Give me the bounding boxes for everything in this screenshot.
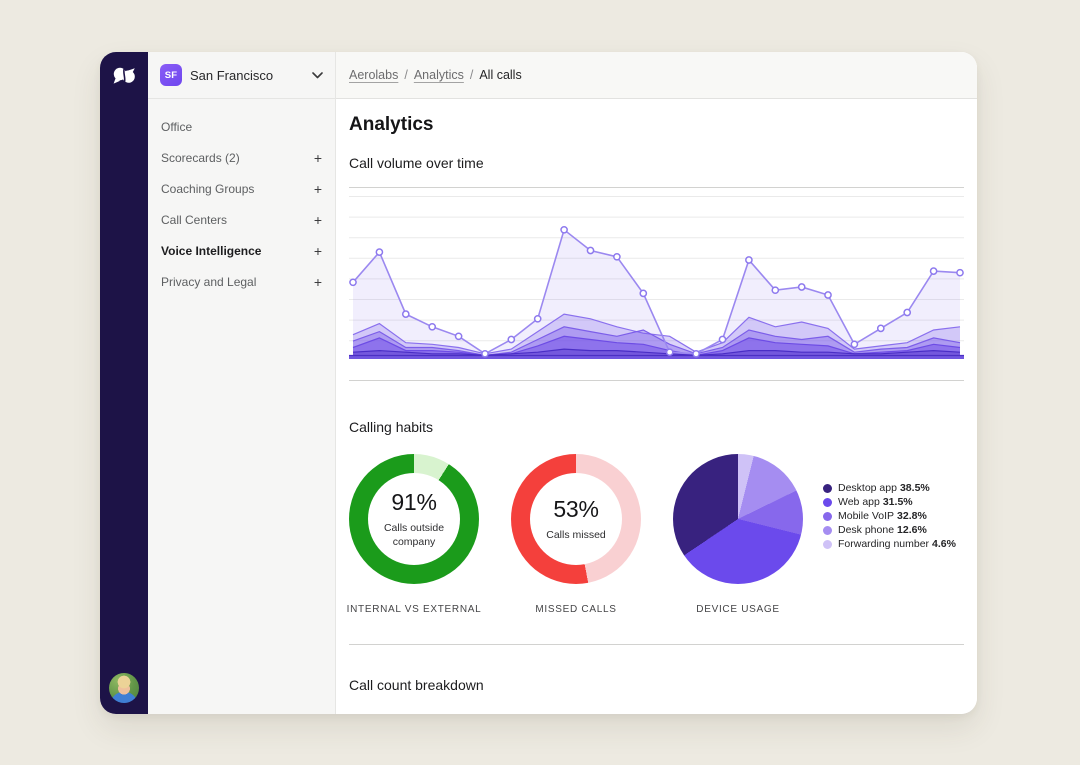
sidebar-item-office[interactable]: Office	[148, 111, 335, 142]
breadcrumb-separator: /	[470, 68, 473, 82]
device-usage-pie: DEVICE USAGE	[673, 454, 803, 616]
sidebar-nav: Office Scorecards (2) + Coaching Groups …	[148, 99, 335, 297]
legend-dot-icon	[823, 526, 832, 535]
legend-item-desk-phone: Desk phone12.6%	[823, 525, 956, 536]
sidebar: SF San Francisco Office Scorecards (2) +…	[148, 52, 336, 714]
legend-dot-icon	[823, 540, 832, 549]
expand-plus-icon[interactable]: +	[314, 182, 322, 196]
legend-dot-icon	[823, 498, 832, 507]
divider	[349, 187, 964, 188]
expand-plus-icon[interactable]: +	[314, 244, 322, 258]
legend-dot-icon	[823, 484, 832, 493]
analytics-content: Analytics Call volume over time Calling …	[336, 99, 977, 714]
device-usage-legend: Desktop app38.5% Web app31.5% Mobile VoI…	[823, 483, 956, 550]
donut-label: Calls outside company	[372, 521, 456, 549]
section-heading-call-volume: Call volume over time	[349, 154, 964, 172]
legend-item-web-app: Web app31.5%	[823, 497, 956, 508]
breadcrumb-all-calls: All calls	[479, 68, 521, 82]
donut-chart-internal-external: 91% Calls outside company	[349, 454, 479, 584]
call-volume-chart	[349, 196, 964, 361]
missed-calls-donut: 53% Calls missed MISSED CALLS	[511, 454, 641, 616]
legend-item-mobile-voip: Mobile VoIP32.8%	[823, 511, 956, 522]
legend-dot-icon	[823, 512, 832, 521]
sidebar-item-privacy-legal[interactable]: Privacy and Legal +	[148, 266, 335, 297]
sidebar-item-voice-intelligence[interactable]: Voice Intelligence +	[148, 235, 335, 266]
divider	[349, 380, 964, 381]
nav-rail	[100, 52, 148, 714]
sidebar-item-coaching-groups[interactable]: Coaching Groups +	[148, 173, 335, 204]
divider	[349, 644, 964, 645]
page-title: Analytics	[349, 113, 964, 136]
main-panel: Aerolabs / Analytics / All calls Analyti…	[336, 52, 977, 714]
sidebar-item-scorecards[interactable]: Scorecards (2) +	[148, 142, 335, 173]
donut-value: 53%	[553, 496, 598, 523]
breadcrumb-aerolabs[interactable]: Aerolabs	[349, 68, 398, 82]
sidebar-item-call-centers[interactable]: Call Centers +	[148, 204, 335, 235]
chart-caption-missed-calls: MISSED CALLS	[535, 603, 616, 616]
internal-external-donut: 91% Calls outside company INTERNAL VS EX…	[349, 454, 479, 616]
breadcrumb-bar: Aerolabs / Analytics / All calls	[336, 52, 977, 99]
donut-label: Calls missed	[534, 528, 618, 542]
workspace-badge: SF	[160, 64, 182, 86]
workspace-name: San Francisco	[190, 68, 304, 83]
dialpad-logo-icon[interactable]	[111, 65, 137, 87]
expand-plus-icon[interactable]: +	[314, 275, 322, 289]
workspace-selector[interactable]: SF San Francisco	[148, 52, 335, 99]
section-heading-call-count: Call count breakdown	[349, 676, 964, 694]
legend-item-forwarding-number: Forwarding number4.6%	[823, 539, 956, 550]
chevron-down-icon	[312, 72, 323, 79]
calling-habits-charts: 91% Calls outside company INTERNAL VS EX…	[349, 454, 964, 616]
section-heading-calling-habits: Calling habits	[349, 418, 964, 436]
pie-chart-device-usage	[673, 454, 803, 584]
chart-caption-device-usage: DEVICE USAGE	[696, 603, 779, 616]
expand-plus-icon[interactable]: +	[314, 213, 322, 227]
app-window: SF San Francisco Office Scorecards (2) +…	[100, 52, 977, 714]
donut-chart-missed-calls: 53% Calls missed	[511, 454, 641, 584]
chart-caption-internal-external: INTERNAL VS EXTERNAL	[347, 603, 482, 616]
donut-value: 91%	[391, 489, 436, 516]
breadcrumb-analytics[interactable]: Analytics	[414, 68, 464, 82]
breadcrumb-separator: /	[404, 68, 407, 82]
user-avatar[interactable]	[109, 673, 139, 703]
expand-plus-icon[interactable]: +	[314, 151, 322, 165]
legend-item-desktop-app: Desktop app38.5%	[823, 483, 956, 494]
